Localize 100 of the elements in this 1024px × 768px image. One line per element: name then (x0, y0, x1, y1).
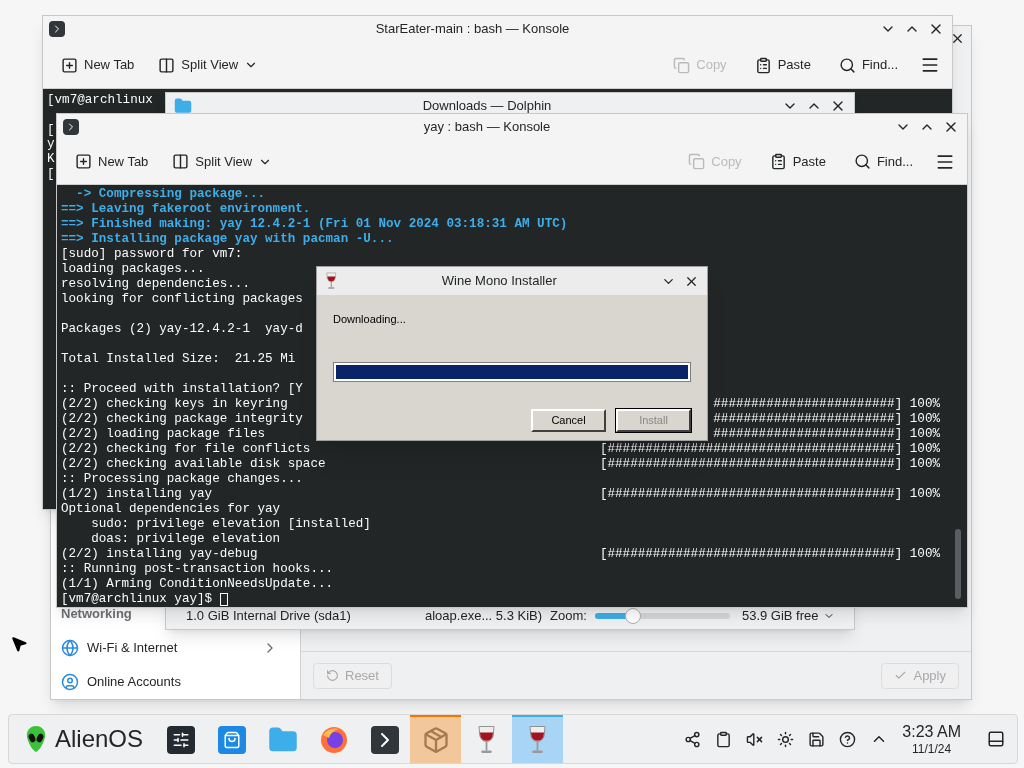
brightness-icon[interactable] (777, 730, 795, 748)
dialog-title: Wine Mono Installer (441, 272, 557, 291)
toolbar-button[interactable]: New Tab (69, 147, 155, 176)
wine-glass-icon (476, 725, 498, 755)
alien-head-icon (25, 725, 47, 753)
clipboard-icon (769, 153, 787, 171)
new-tab-icon (61, 56, 78, 74)
terminal-line: [vm7@archlinux (47, 93, 153, 108)
columns-icon (172, 153, 190, 171)
package-icon (421, 726, 450, 754)
terminal-line: [sudo] password for vm7: (61, 247, 243, 262)
terminal-line: ==> Finished making: yay 12.4.2-1 (Fri 01 Nov 2024 03:18:31 AM UTC) (61, 217, 568, 232)
sliders-icon (166, 726, 195, 754)
toolbar-button[interactable]: Find... (847, 147, 919, 176)
section-header: Networking (61, 605, 132, 623)
shell-prompt: [vm7@archlinux yay]$ (61, 592, 228, 607)
terminal-line: ==> Leaving fakeroot environment. (61, 202, 311, 217)
wine-glass-icon (527, 725, 549, 755)
terminal-line: (1/2) installing yay (61, 487, 213, 502)
terminal-line: -> Compressing package... (75, 187, 266, 202)
copy-icon (673, 56, 691, 74)
clock-time: 3:23 AM (902, 721, 961, 742)
terminal-line: (2/2) installing yay-debug (61, 547, 258, 562)
progress-text: ########################] 100% (713, 427, 940, 442)
globe-swirl-icon (318, 725, 349, 755)
new-tab-icon (75, 153, 92, 171)
file-info: aloap.exe... 5.3 KiB) (425, 607, 543, 626)
terminal-line: (2/2) checking available disk space (61, 457, 326, 472)
toolbar-button[interactable]: Paste (763, 147, 832, 176)
terminal-line: K (47, 152, 55, 167)
muted-speaker-icon[interactable] (746, 730, 764, 748)
progress-text: ########################] 100% (713, 412, 940, 427)
search-icon (853, 153, 871, 171)
drive-info: 1.0 GiB Internal Drive (sda1) (185, 607, 352, 626)
shopping-bag-icon (217, 726, 246, 754)
terminal-line: y (47, 137, 55, 153)
progress-text: ########################] 100% (713, 397, 940, 412)
terminal-line: ==> Installing package yay with pacman -U... (61, 232, 394, 247)
terminal-line: (2/2) checking for file conflicts (61, 442, 311, 457)
terminal-line: looking for conflicting packages (61, 292, 303, 307)
menu-icon[interactable] (920, 55, 940, 75)
window-title: StarEater-main : bash — Konsole (375, 20, 570, 39)
search-icon (838, 56, 856, 74)
show-desktop-icon[interactable] (987, 730, 1005, 748)
free-space[interactable]: 53.9 GiB free (741, 606, 835, 626)
terminal-line: (2/2) checking keys in keyring (61, 397, 288, 412)
pointer-icon (10, 635, 28, 653)
undo-icon (326, 669, 339, 682)
task-button[interactable] (512, 715, 564, 763)
terminal-line: (1/1) Arming ConditionNeedsUpdate... (61, 577, 334, 592)
terminal-line: (2/2) checking package integrity (61, 412, 303, 427)
dialog-button[interactable]: Cancel (531, 409, 606, 432)
terminal-line: [ (47, 122, 55, 138)
check-icon (894, 669, 908, 682)
toolbar-button[interactable]: Split View (152, 51, 265, 79)
sidebar-item[interactable]: Online Accounts (51, 665, 300, 699)
globe-icon (61, 639, 79, 657)
zoom-label: Zoom: (550, 607, 587, 626)
progress-text: [######################################] 100% (599, 547, 940, 562)
clipboard-icon (754, 56, 772, 74)
terminal-icon (49, 21, 65, 37)
terminal-line: Packages (2) yay-12.4.2-1 yay-d (61, 322, 303, 337)
user-circle-icon (61, 673, 79, 691)
save-icon[interactable] (808, 730, 826, 748)
terminal-line: :: Processing package changes... (61, 472, 303, 487)
terminal-icon (63, 118, 79, 135)
toolbar-button[interactable]: Find... (832, 51, 904, 79)
share-icon[interactable] (684, 730, 702, 748)
sidebar-item[interactable]: Wi-Fi & Internet (51, 631, 300, 665)
terminal-icon (370, 726, 399, 754)
launcher-button[interactable]: AlienOS (9, 715, 156, 763)
progress-text: [######################################] 100% (599, 457, 940, 472)
help-icon[interactable] (839, 730, 857, 748)
slider-thumb[interactable] (624, 608, 641, 624)
terminal-line: resolving dependencies... (61, 277, 250, 292)
terminal-line: (2/2) loading package files (61, 427, 266, 442)
folder-icon (174, 97, 192, 115)
toolbar-button[interactable]: Split View (166, 147, 279, 176)
terminal-line: Total Installed Size: 21.25 Mi (61, 352, 296, 367)
terminal-line: [ (47, 167, 55, 182)
terminal-line: doas: privilege elevation (90, 532, 281, 547)
terminal-line: loading packages... (61, 262, 205, 277)
columns-icon (158, 56, 176, 74)
progress-text: [######################################] 100% (599, 442, 940, 457)
terminal-line: sudo: privilege elevation [installed] (90, 517, 371, 532)
window-title: yay : bash — Konsole (423, 117, 551, 136)
clock-date: 11/1/24 (912, 741, 952, 757)
copy-icon (688, 153, 706, 171)
wine-glass-icon (325, 272, 338, 290)
toolbar-button[interactable]: Paste (748, 51, 817, 79)
status-message: Downloading... (333, 312, 407, 327)
clock[interactable]: 3:23 AM 11/1/24 (902, 721, 961, 757)
scrollbar[interactable] (955, 529, 961, 599)
window-title: Downloads — Dolphin (422, 97, 552, 116)
terminal-line: Optional dependencies for yay (61, 502, 281, 517)
toolbar-button[interactable]: New Tab (55, 51, 141, 79)
terminal-line: :: Proceed with installation? [Y (61, 382, 303, 397)
clipboard-icon[interactable] (715, 730, 733, 748)
terminal-line: :: Running post-transaction hooks... (61, 562, 334, 577)
progress-text: [######################################] 100% (599, 487, 940, 502)
